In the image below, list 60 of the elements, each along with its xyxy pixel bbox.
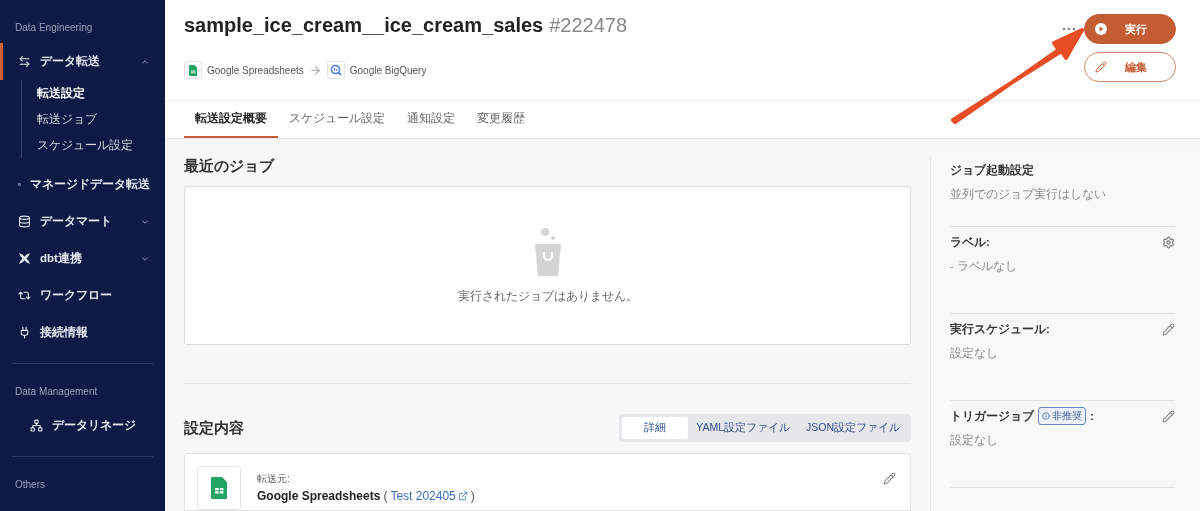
nav-item[interactable]: データリネージ [12,407,153,444]
spreadsheet-icon [188,64,198,76]
section-title: Data Management [14,386,99,397]
pencil-icon [1095,61,1107,73]
nav-subitem[interactable]: 転送ジョブ [22,106,165,132]
database-icon [18,215,31,228]
dbt-icon [18,252,31,265]
nav-subitem[interactable]: 転送設定 [22,80,165,106]
source-name: Google Spreadsheets [257,489,381,503]
panel-title: ラベル: [950,234,990,250]
colon: : [1090,410,1094,422]
source-name: Google Spreadsheets [207,64,304,76]
panel-value: 並列でのジョブ実行はしない [950,187,1107,202]
tab[interactable]: 変更履歴 [466,101,536,138]
panel-value: 設定なし [950,346,999,361]
loop-arrows-icon [18,289,31,302]
pencil-icon[interactable] [883,472,896,485]
paren: ( [383,489,388,503]
lineage-icon [30,419,43,432]
destination-name: Google BigQuery [349,64,427,76]
empty-message: 実行されたジョブはありません。 [457,289,638,304]
nav-item[interactable]: 接続情報 [0,314,165,351]
plug-icon [18,326,31,339]
tab[interactable]: スケジュール設定 [278,101,396,138]
nav-item[interactable]: dbt連携 [0,240,165,277]
field-label: 転送元: [257,472,291,486]
nav-item[interactable]: ワークフロー [0,277,165,314]
external-link-icon [457,491,468,501]
settings-icon[interactable] [1162,235,1175,249]
connection-link[interactable]: Test 202405 [390,489,468,503]
page-title: sample_ice_cream__ice_cream_sales #222478 [184,14,628,37]
panel-title: トリガージョブ [950,408,1034,424]
spreadsheet-icon [210,477,228,499]
paren: ) [470,489,475,503]
view-tab[interactable]: YAML設定ファイル [688,417,798,439]
arrows-icon [18,55,31,68]
section-title: Others [14,479,46,490]
nav-item[interactable]: マネージドデータ転送 [0,166,165,203]
panel-title: 実行スケジュール: [950,321,1050,337]
deprecated-badge: 非推奨 [1038,407,1086,425]
panel-value: 設定なし [950,433,999,448]
pencil-icon[interactable] [1162,409,1175,423]
nav-item[interactable]: データマート [0,203,165,240]
run-button[interactable]: 実行 [1084,14,1176,44]
tab[interactable]: 転送設定概要 [184,101,278,138]
tab[interactable]: 通知設定 [396,101,466,138]
panel-title: ジョブ起動設定 [950,162,1034,178]
view-tab[interactable]: JSON設定ファイル [798,417,908,439]
pencil-icon[interactable] [1162,322,1175,336]
section-heading: 設定内容 [184,418,244,438]
nav-subitem[interactable]: スケジュール設定 [22,132,165,158]
view-tab[interactable]: 詳細 [622,417,689,439]
play-icon [1095,23,1107,35]
more-icon[interactable] [1062,27,1076,31]
empty-cup-icon [532,227,563,277]
panel-value: - ラベルなし [950,259,1019,274]
arrow-right-icon [308,63,322,77]
section-heading: 最近のジョブ [184,157,276,176]
section-title: Data Engineering [14,22,94,33]
edit-button[interactable]: 編集 [1084,52,1176,82]
